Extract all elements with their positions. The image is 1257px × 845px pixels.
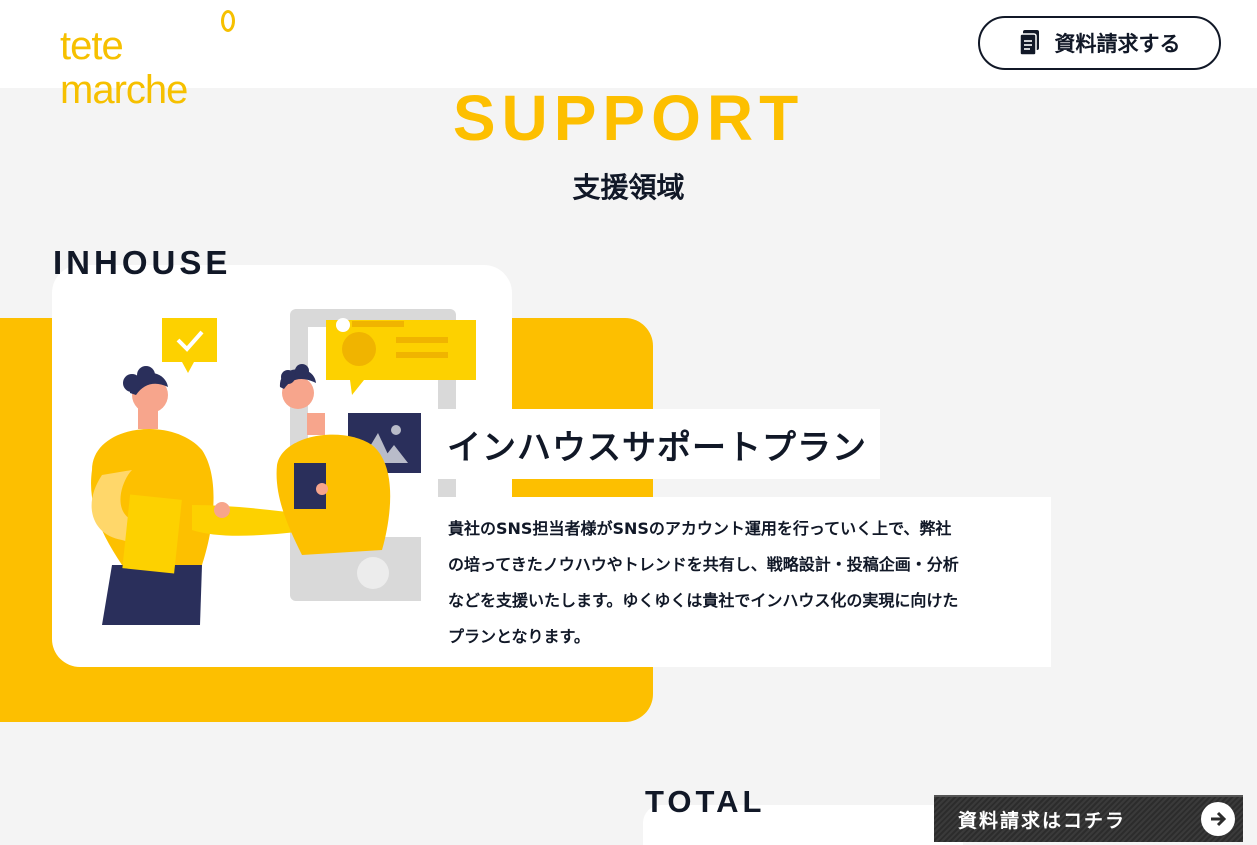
description-line: プランとなります。: [448, 627, 590, 646]
plan-title: インハウスサポートプラン: [447, 427, 867, 468]
section-title: SUPPORT: [452, 82, 805, 154]
description-line: などを支援いたします。ゆくゆくは貴社でインハウス化の実現に向けた: [448, 591, 959, 610]
description-line: の培ってきたノウハウやトレンドを共有し、戦略設計・投稿企画・分析: [448, 555, 959, 574]
request-documents-label: 資料請求する: [1054, 32, 1181, 56]
logo-accent-ring: [221, 10, 235, 32]
section-subtitle: 支援領域: [572, 171, 685, 204]
category-label-inhouse: INHOUSE: [53, 244, 232, 281]
document-icon: [1018, 30, 1039, 56]
category-label-total: TOTAL: [645, 784, 766, 819]
floating-cta-label: 資料請求はコチラ: [958, 810, 1127, 832]
plan-description-box: 貴社のSNS担当者様がSNSのアカウント運用を行っていく上で、弊社 の培ってきた…: [421, 497, 1051, 667]
plan-description: 貴社のSNS担当者様がSNSのアカウント運用を行っていく上で、弊社 の培ってきた…: [448, 511, 1029, 655]
description-line: 貴社のSNS担当者様がSNSのアカウント運用を行っていく上で、弊社: [448, 519, 952, 538]
site-header: tete marche 資料請求する: [0, 0, 1257, 112]
request-documents-button[interactable]: 資料請求する: [978, 16, 1221, 70]
logo[interactable]: tete marche: [60, 10, 250, 112]
arrow-right-circle-icon: [1201, 802, 1235, 836]
floating-request-cta[interactable]: 資料請求はコチラ: [934, 795, 1243, 842]
plan-title-box: インハウスサポートプラン: [421, 409, 880, 479]
